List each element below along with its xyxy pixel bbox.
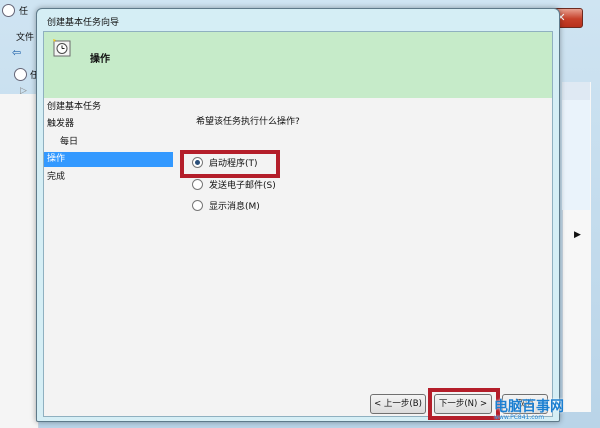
step-finish: 完成 — [47, 172, 66, 182]
task-clock-icon — [53, 39, 71, 57]
step-daily: 每日 — [60, 137, 79, 147]
dialog-body: 操作 创建基本任务 触发器 每日 操作 完成 希望该任务执行什么操作? 启动程序… — [43, 31, 553, 420]
parent-menu-file[interactable]: 文件 — [16, 30, 34, 43]
parent-title: 任 — [2, 4, 28, 17]
radio-button[interactable] — [192, 179, 203, 190]
radio-button[interactable] — [192, 200, 203, 211]
clock-icon — [2, 4, 15, 17]
clock-icon — [14, 68, 27, 81]
step-trigger: 触发器 — [47, 119, 75, 129]
parent-title-text: 任 — [19, 7, 29, 17]
parent-actions-list — [562, 100, 590, 210]
radio-label: 显示消息(M) — [209, 202, 260, 212]
back-button[interactable]: < 上一步(B) — [370, 394, 426, 414]
wizard-footer: < 上一步(B) 下一步(N) > 取消 — [44, 384, 552, 420]
watermark-url: www.PC841.com — [494, 414, 545, 421]
watermark-text: 电脑百事网 — [494, 399, 564, 415]
parent-tree-pane — [0, 94, 39, 428]
radio-button[interactable] — [192, 157, 203, 168]
back-arrow-icon[interactable]: ⇦ — [12, 46, 21, 59]
step-create-task: 创建基本任务 — [47, 102, 102, 112]
radio-label: 发送电子邮件(S) — [209, 181, 276, 191]
wizard-steps: 创建基本任务 触发器 每日 操作 完成 — [44, 98, 180, 416]
radio-show-message[interactable]: 显示消息(M) — [192, 199, 260, 212]
radio-send-email[interactable]: 发送电子邮件(S) — [192, 178, 276, 191]
wizard-header: 操作 — [44, 32, 552, 99]
wizard-content: 希望该任务执行什么操作? 启动程序(T) 发送电子邮件(S) 显示消息(M) — [180, 98, 552, 416]
step-action: 操作 — [44, 152, 173, 167]
page-title: 操作 — [90, 54, 110, 65]
radio-start-program[interactable]: 启动程序(T) — [192, 156, 258, 169]
dialog-title: 创建基本任务向导 — [47, 18, 120, 28]
submenu-arrow-icon[interactable]: ▶ — [574, 230, 581, 240]
parent-actions-header — [562, 82, 590, 100]
next-button[interactable]: 下一步(N) > — [434, 394, 492, 414]
watermark-logo: 电脑百事网 www.PC841.com — [494, 396, 600, 428]
action-question: 希望该任务执行什么操作? — [196, 117, 300, 127]
radio-label: 启动程序(T) — [209, 159, 258, 169]
create-basic-task-wizard: 创建基本任务向导 操作 创建基本任务 触发器 每日 操作 完成 希望该任务执行什… — [36, 8, 560, 422]
